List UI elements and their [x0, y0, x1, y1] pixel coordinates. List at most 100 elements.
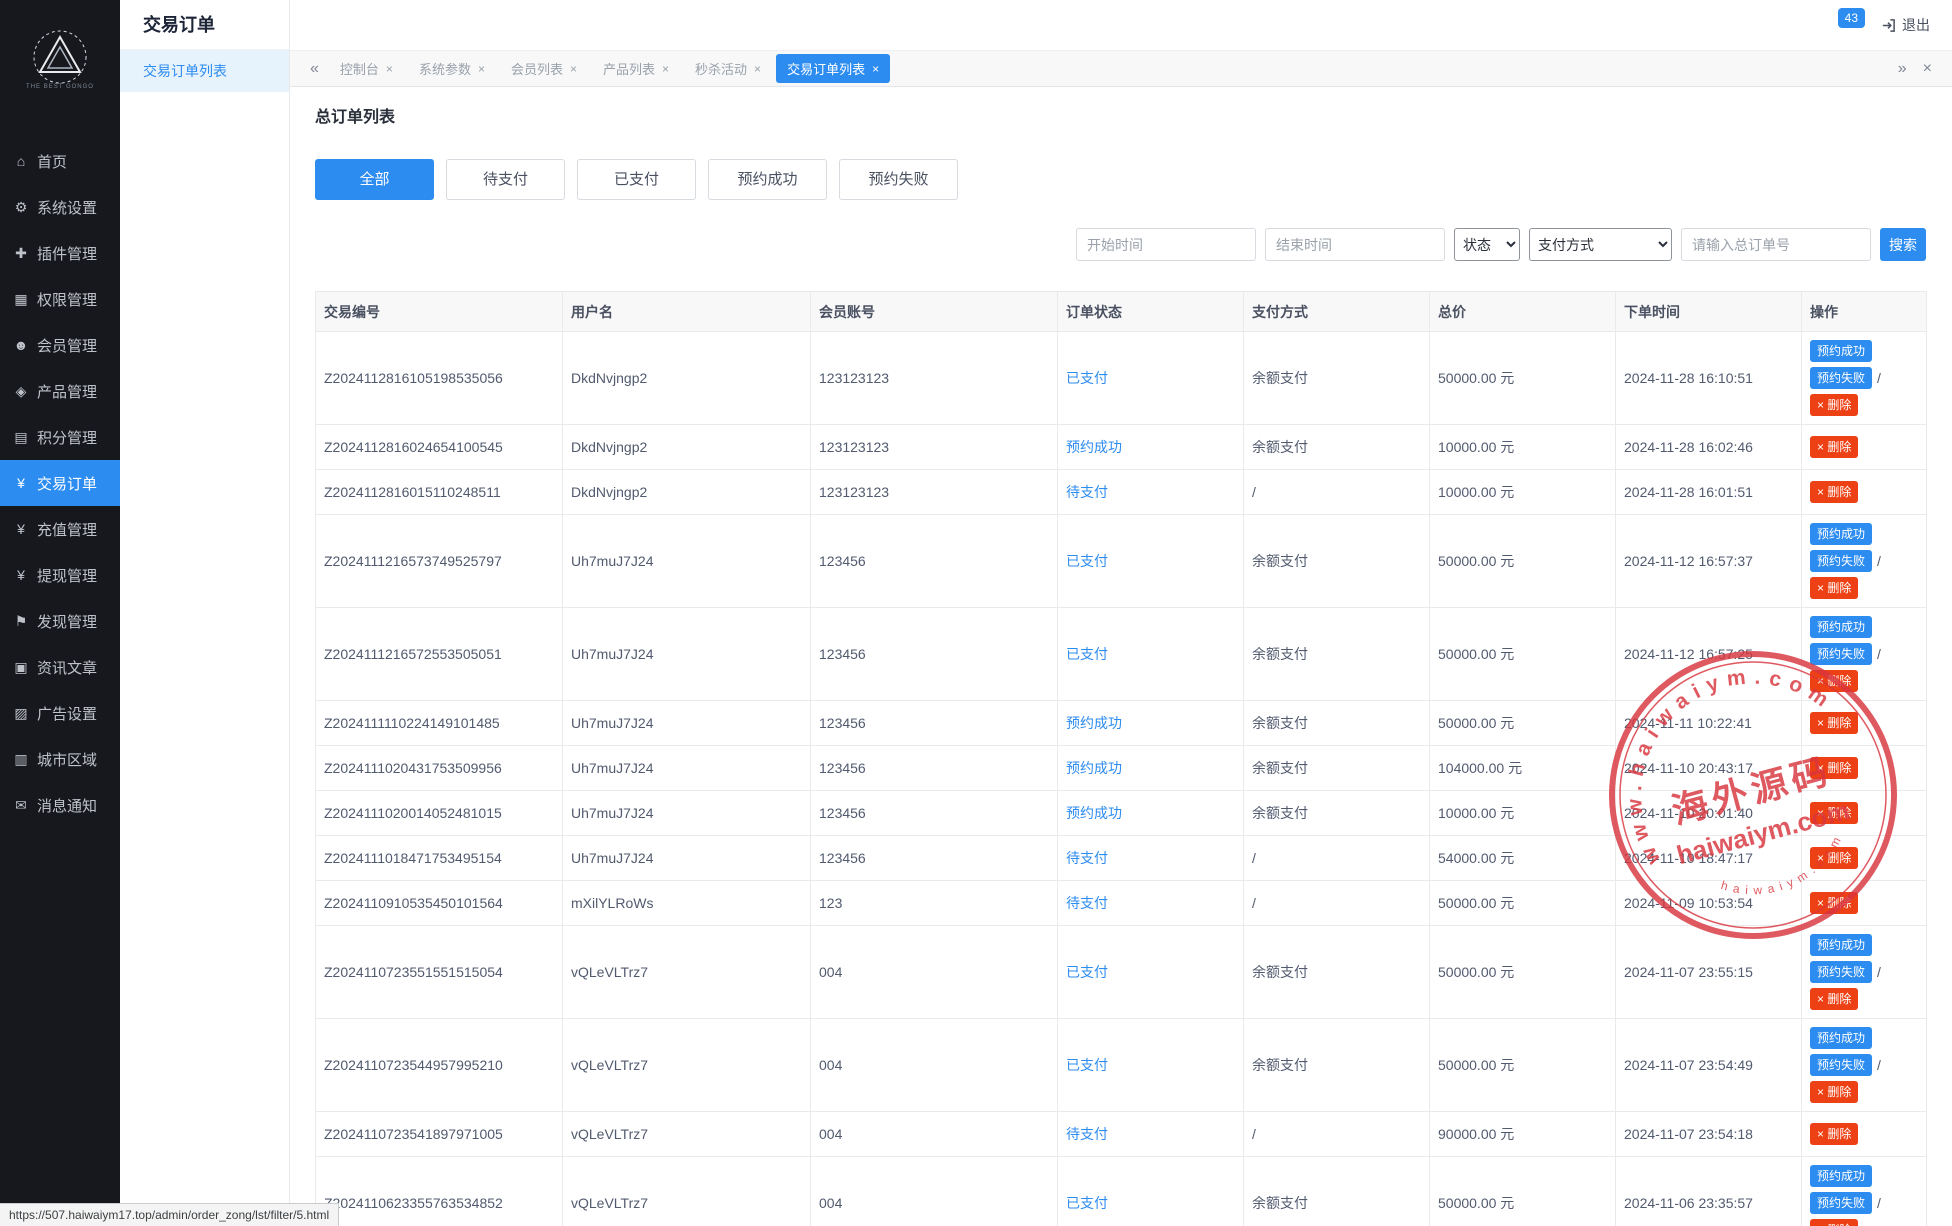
- reserve-success-button[interactable]: 预约成功: [1810, 1027, 1872, 1049]
- pay-method-select[interactable]: 支付方式: [1529, 228, 1672, 261]
- pay-method-cell: 余额支付: [1244, 701, 1430, 746]
- table-row: Z2024112816105198535056DkdNvjngp21231231…: [316, 332, 1927, 425]
- order-status-link[interactable]: 已支付: [1066, 370, 1108, 386]
- sidebar-item-plugin-management[interactable]: ✚插件管理: [0, 230, 120, 276]
- order-status-link[interactable]: 预约成功: [1066, 760, 1122, 776]
- sidebar-item-recharge-management[interactable]: ¥充值管理: [0, 506, 120, 552]
- tab-close-icon[interactable]: ×: [386, 62, 393, 76]
- delete-button[interactable]: × 删除: [1810, 712, 1858, 734]
- order-status-link[interactable]: 已支付: [1066, 646, 1108, 662]
- order-status-link[interactable]: 已支付: [1066, 1057, 1108, 1073]
- filter-tab-2[interactable]: 已支付: [577, 159, 696, 200]
- delete-button[interactable]: × 删除: [1810, 1081, 1858, 1103]
- sidebar-item-label: 广告设置: [37, 703, 97, 724]
- reserve-fail-button[interactable]: 预约失败: [1810, 1192, 1872, 1214]
- order-status-link[interactable]: 已支付: [1066, 964, 1108, 980]
- sidebar-item-city-region[interactable]: ▥城市区域: [0, 736, 120, 782]
- delete-button[interactable]: × 删除: [1810, 481, 1858, 503]
- tab-2[interactable]: 会员列表×: [500, 54, 588, 83]
- tab-1[interactable]: 系统参数 ×: [408, 54, 496, 83]
- tab-4[interactable]: 秒杀活动×: [684, 54, 772, 83]
- notification-badge[interactable]: 43: [1838, 8, 1865, 28]
- sidebar-item-points-management[interactable]: ▤积分管理: [0, 414, 120, 460]
- column-header: 支付方式: [1244, 292, 1430, 332]
- delete-button[interactable]: × 删除: [1810, 847, 1858, 869]
- status-cell: 预约成功: [1058, 425, 1244, 470]
- status-cell: 已支付: [1058, 608, 1244, 701]
- table-row: Z2024111216572553505051Uh7muJ7J24123456已…: [316, 608, 1927, 701]
- time-cell: 2024-11-07 23:54:18: [1616, 1112, 1802, 1157]
- image-icon: ▨: [13, 705, 29, 722]
- reserve-fail-button[interactable]: 预约失败: [1810, 550, 1872, 572]
- delete-button[interactable]: × 删除: [1810, 394, 1858, 416]
- tab-3[interactable]: 产品列表×: [592, 54, 680, 83]
- pay-method-cell: 余额支付: [1244, 1019, 1430, 1112]
- product-icon: ◈: [13, 383, 29, 400]
- search-button[interactable]: 搜索: [1880, 228, 1926, 261]
- sidebar-item-news-articles[interactable]: ▣资讯文章: [0, 644, 120, 690]
- tab-label: 系统参数: [419, 59, 471, 78]
- sidebar-item-member-management[interactable]: ☻会员管理: [0, 322, 120, 368]
- order-status-link[interactable]: 待支付: [1066, 484, 1108, 500]
- delete-button[interactable]: × 删除: [1810, 1219, 1858, 1226]
- reserve-fail-button[interactable]: 预约失败: [1810, 1054, 1872, 1076]
- tab-5[interactable]: 交易订单列表×: [776, 54, 890, 83]
- sidebar-item-ad-settings[interactable]: ▨ 广告设置: [0, 690, 120, 736]
- order-no-input[interactable]: [1681, 228, 1871, 261]
- reserve-fail-button[interactable]: 预约失败: [1810, 643, 1872, 665]
- filter-tab-1[interactable]: 待支付: [446, 159, 565, 200]
- order-status-link[interactable]: 已支付: [1066, 1195, 1108, 1211]
- username-cell: DkdNvjngp2: [563, 425, 811, 470]
- reserve-success-button[interactable]: 预约成功: [1810, 523, 1872, 545]
- start-time-input[interactable]: [1076, 228, 1256, 261]
- filter-tab-0[interactable]: 全部: [315, 159, 434, 200]
- order-status-link[interactable]: 预约成功: [1066, 715, 1122, 731]
- tab-close-icon[interactable]: ×: [872, 62, 879, 76]
- delete-button[interactable]: × 删除: [1810, 892, 1858, 914]
- logo-text: THE BEST GONGO: [26, 84, 94, 90]
- order-status-link[interactable]: 待支付: [1066, 1126, 1108, 1142]
- reserve-fail-button[interactable]: 预约失败: [1810, 961, 1872, 983]
- tab-close-icon[interactable]: ×: [570, 62, 577, 76]
- delete-button[interactable]: × 删除: [1810, 436, 1858, 458]
- sidebar-item-permission-management[interactable]: ▦权限管理: [0, 276, 120, 322]
- delete-button[interactable]: × 删除: [1810, 1123, 1858, 1145]
- tab-close-icon[interactable]: ×: [662, 62, 669, 76]
- order-status-link[interactable]: 已支付: [1066, 553, 1108, 569]
- tabs-scroll-left-icon[interactable]: «: [304, 60, 325, 78]
- tabs-scroll-right-icon[interactable]: »: [1892, 60, 1913, 78]
- delete-button[interactable]: × 删除: [1810, 802, 1858, 824]
- sidebar-item-withdraw-management[interactable]: ¥提现管理: [0, 552, 120, 598]
- order-status-link[interactable]: 待支付: [1066, 895, 1108, 911]
- sidebar-item-product-management[interactable]: ◈产品管理: [0, 368, 120, 414]
- filter-tab-4[interactable]: 预约失败: [839, 159, 958, 200]
- tab-close-icon[interactable]: ×: [754, 62, 761, 76]
- reserve-success-button[interactable]: 预约成功: [1810, 616, 1872, 638]
- app-logo[interactable]: THE BEST GONGO: [0, 0, 120, 120]
- tabs-close-all-icon[interactable]: ×: [1917, 60, 1938, 78]
- delete-button[interactable]: × 删除: [1810, 988, 1858, 1010]
- reserve-fail-button[interactable]: 预约失败: [1810, 367, 1872, 389]
- subnav-item-0[interactable]: 交易订单列表: [120, 50, 289, 92]
- order-status-link[interactable]: 待支付: [1066, 850, 1108, 866]
- sidebar-item-home[interactable]: ⌂首页: [0, 138, 120, 184]
- reserve-success-button[interactable]: 预约成功: [1810, 934, 1872, 956]
- logout-button[interactable]: 退出: [1881, 15, 1930, 35]
- order-status-link[interactable]: 预约成功: [1066, 439, 1122, 455]
- tab-close-icon[interactable]: ×: [478, 62, 485, 76]
- reserve-success-button[interactable]: 预约成功: [1810, 340, 1872, 362]
- order-status-link[interactable]: 预约成功: [1066, 805, 1122, 821]
- tab-0[interactable]: 控制台×: [329, 54, 404, 83]
- sidebar-item-trade-orders[interactable]: ¥交易订单: [0, 460, 120, 506]
- yen-icon: ¥: [13, 521, 29, 537]
- delete-button[interactable]: × 删除: [1810, 577, 1858, 599]
- delete-button[interactable]: × 删除: [1810, 670, 1858, 692]
- reserve-success-button[interactable]: 预约成功: [1810, 1165, 1872, 1187]
- filter-tab-3[interactable]: 预约成功: [708, 159, 827, 200]
- end-time-input[interactable]: [1265, 228, 1445, 261]
- status-select[interactable]: 状态: [1454, 228, 1520, 261]
- sidebar-item-discovery-management[interactable]: ⚑发现管理: [0, 598, 120, 644]
- sidebar-item-message-notice[interactable]: ✉消息通知: [0, 782, 120, 828]
- delete-button[interactable]: × 删除: [1810, 757, 1858, 779]
- sidebar-item-system-settings[interactable]: ⚙系统设置: [0, 184, 120, 230]
